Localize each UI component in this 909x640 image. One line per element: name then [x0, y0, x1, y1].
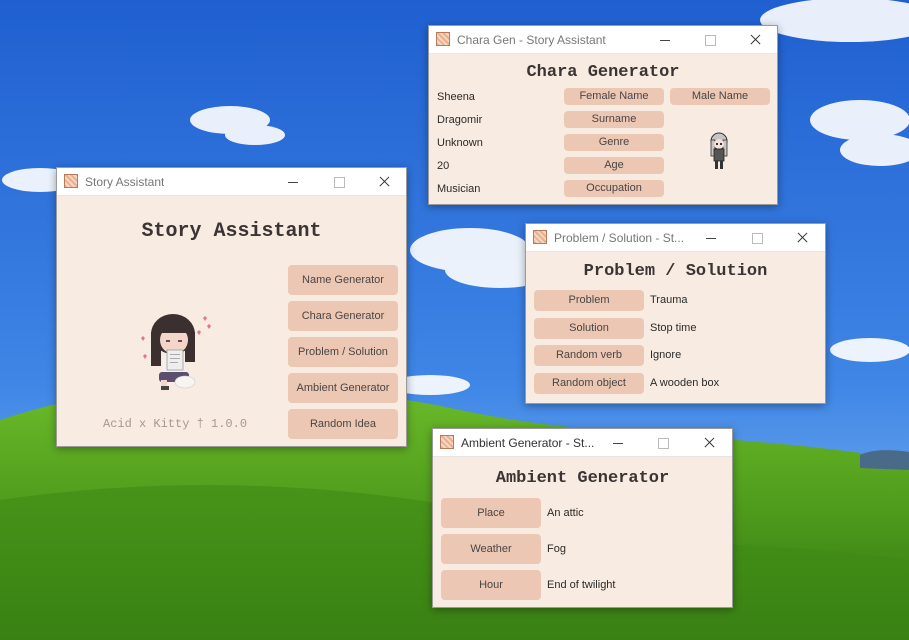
page-title: Chara Generator: [526, 63, 680, 82]
genre-value: Unknown: [437, 137, 483, 149]
chara-generator-window: Chara Gen - Story Assistant Chara Genera…: [428, 25, 778, 205]
page-title: Problem / Solution: [583, 262, 768, 281]
surname-value: Dragomir: [437, 114, 483, 126]
window-title: Chara Gen - Story Assistant: [457, 33, 606, 47]
character-sprite-image: [707, 132, 731, 172]
title-bar[interactable]: Ambient Generator - St...: [433, 429, 732, 457]
place-button[interactable]: Place: [441, 498, 541, 528]
problem-button[interactable]: Problem: [534, 290, 644, 311]
solution-value: Stop time: [650, 322, 697, 334]
random-verb-value: Ignore: [650, 349, 682, 361]
problem-value: Trauma: [650, 294, 688, 306]
app-icon: [64, 174, 78, 188]
minimize-button[interactable]: [271, 168, 316, 196]
age-button[interactable]: Age: [564, 157, 664, 174]
window-title: Problem / Solution - St...: [554, 231, 685, 245]
minimize-button[interactable]: [689, 224, 734, 252]
page-title: Ambient Generator: [495, 469, 670, 488]
story-assistant-window: Story Assistant Story Assistant Name Gen…: [56, 167, 407, 447]
app-icon: [440, 435, 454, 449]
random-verb-button[interactable]: Random verb: [534, 345, 644, 366]
maximize-button[interactable]: [317, 168, 362, 196]
maximize-button[interactable]: [641, 429, 686, 457]
close-button[interactable]: [362, 168, 407, 196]
maximize-button[interactable]: [688, 26, 733, 54]
chara-generator-button[interactable]: Chara Generator: [288, 301, 398, 331]
random-object-value: A wooden box: [650, 377, 720, 389]
version-footer: Acid x Kitty † 1.0.0: [103, 417, 248, 431]
solution-button[interactable]: Solution: [534, 318, 644, 339]
genre-button[interactable]: Genre: [564, 134, 664, 151]
place-value: An attic: [547, 507, 584, 519]
ambient-generator-window: Ambient Generator - St... Ambient Genera…: [432, 428, 733, 608]
male-name-button[interactable]: Male Name: [670, 88, 770, 105]
window-title: Story Assistant: [85, 175, 165, 189]
occupation-value: Musician: [437, 183, 481, 195]
age-value: 20: [437, 160, 450, 172]
close-button[interactable]: [687, 429, 732, 457]
page-title: Story Assistant: [141, 220, 322, 243]
maximize-button[interactable]: [735, 224, 780, 252]
app-icon: [533, 230, 547, 244]
title-bar[interactable]: Problem / Solution - St...: [526, 224, 825, 252]
hour-button[interactable]: Hour: [441, 570, 541, 600]
minimize-button[interactable]: [596, 429, 641, 457]
close-button[interactable]: [733, 26, 778, 54]
random-object-button[interactable]: Random object: [534, 373, 644, 394]
name-value: Sheena: [437, 91, 475, 103]
random-idea-button[interactable]: Random Idea: [288, 409, 398, 439]
app-icon: [436, 32, 450, 46]
weather-button[interactable]: Weather: [441, 534, 541, 564]
problem-solution-button[interactable]: Problem / Solution: [288, 337, 398, 367]
name-generator-button[interactable]: Name Generator: [288, 265, 398, 295]
female-name-button[interactable]: Female Name: [564, 88, 664, 105]
title-bar[interactable]: Chara Gen - Story Assistant: [429, 26, 777, 54]
minimize-button[interactable]: [643, 26, 688, 54]
window-title: Ambient Generator - St...: [461, 436, 595, 450]
ambient-generator-button[interactable]: Ambient Generator: [288, 373, 398, 403]
occupation-button[interactable]: Occupation: [564, 180, 664, 197]
mascot-girl-image: [137, 306, 217, 396]
close-button[interactable]: [780, 224, 825, 252]
hour-value: End of twilight: [547, 579, 616, 591]
title-bar[interactable]: Story Assistant: [57, 168, 406, 196]
problem-solution-window: Problem / Solution - St... Problem / Sol…: [525, 223, 826, 404]
surname-button[interactable]: Surname: [564, 111, 664, 128]
weather-value: Fog: [547, 543, 566, 555]
